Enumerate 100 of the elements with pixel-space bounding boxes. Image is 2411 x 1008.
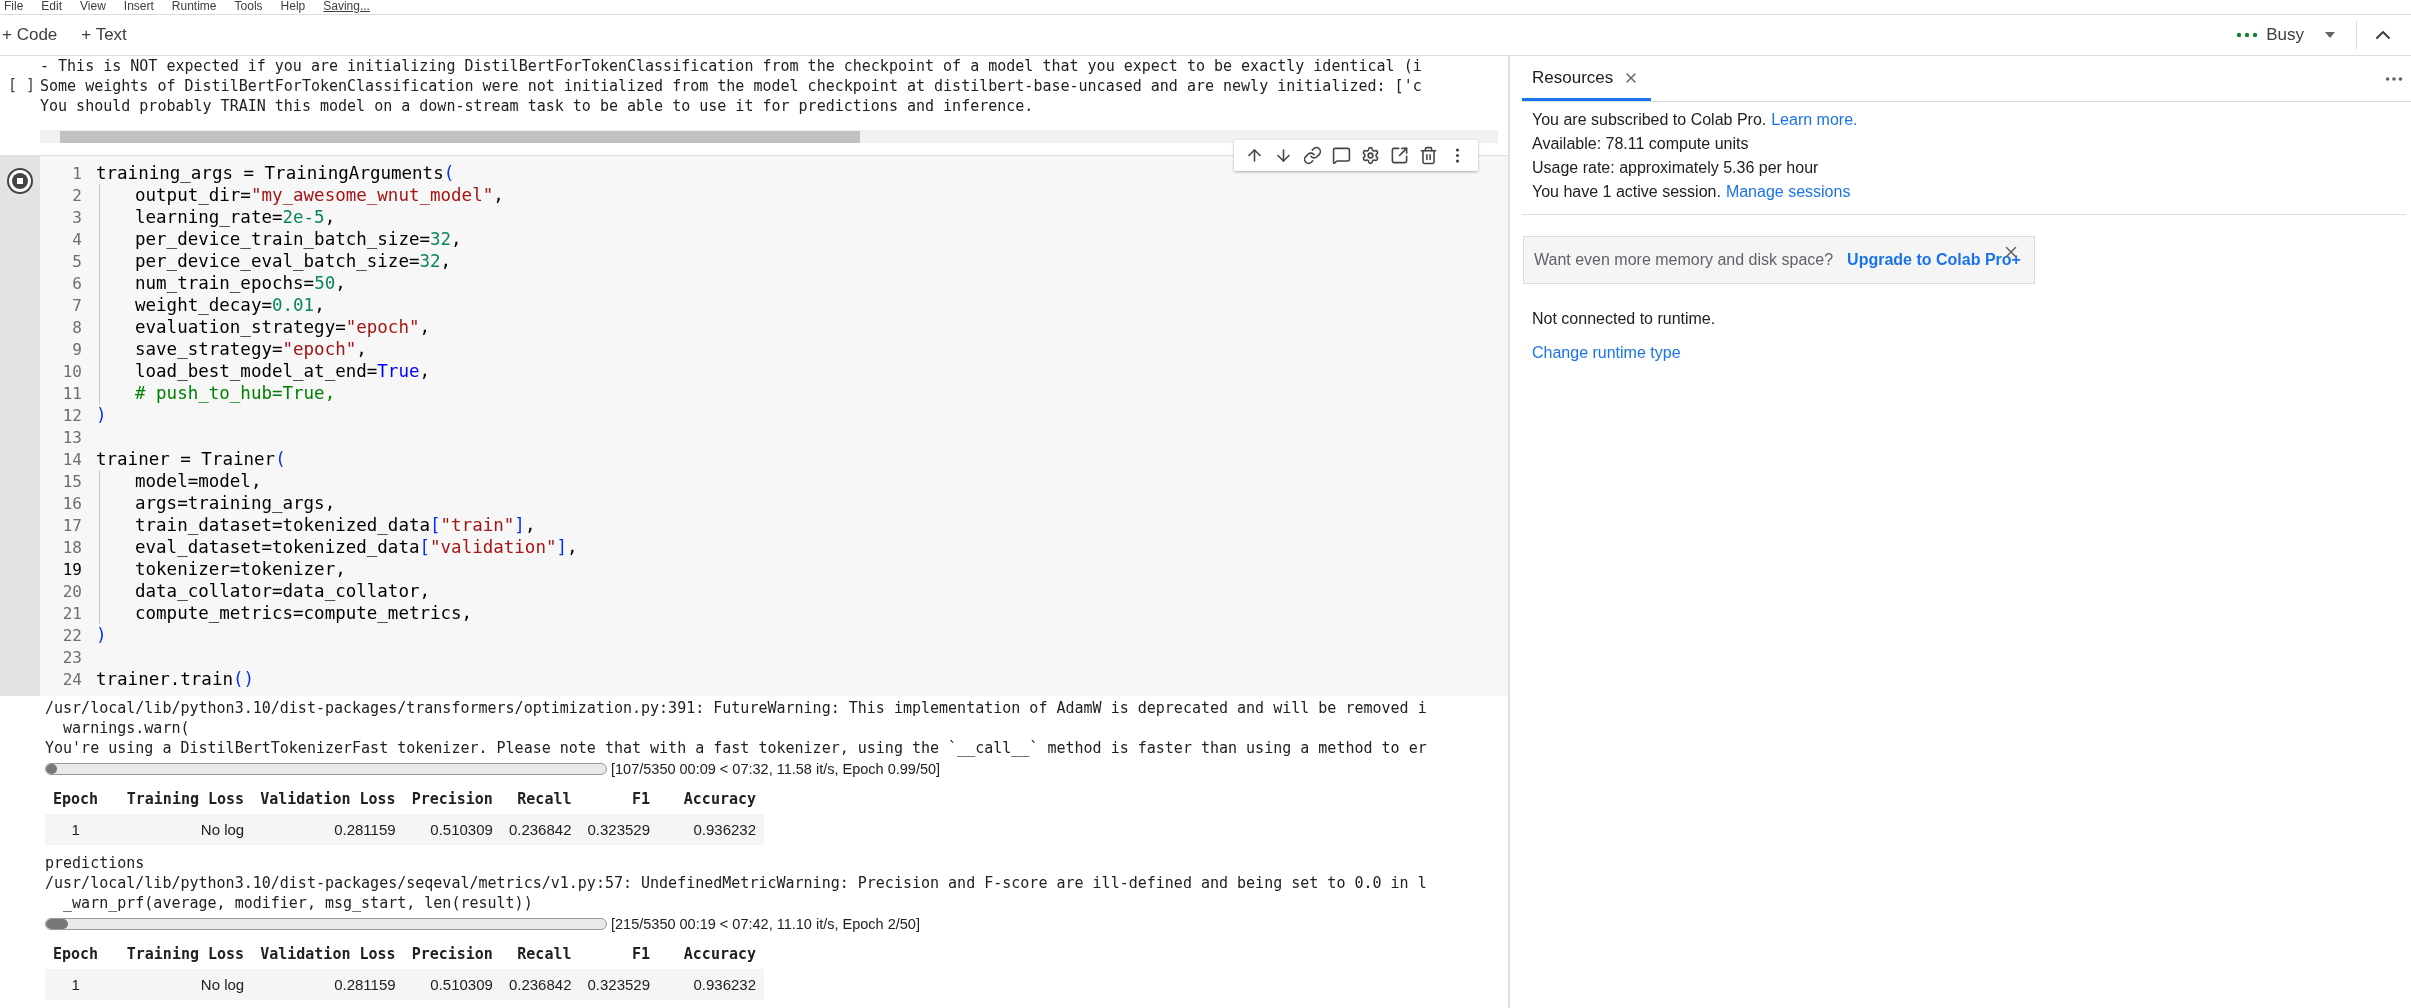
column-header: Training Loss bbox=[106, 784, 253, 814]
line-number: 16 bbox=[61, 493, 82, 513]
column-header: F1 bbox=[579, 939, 659, 969]
column-header: Recall bbox=[500, 784, 580, 814]
menu-item[interactable]: Edit bbox=[41, 0, 63, 14]
table-cell: 0.236842 bbox=[500, 814, 580, 845]
output-text: - This is NOT expected if you are initializing DistilBertForTokenClassification from the checkpoint of a model that you expect to be exactly identical (i bbox=[40, 56, 1422, 76]
code-line: model=model, bbox=[135, 471, 262, 491]
output-text: Some weights of DistilBertForTokenClassification were not initialized from the model checkpoint at distilbert-base-uncased and are newly initialized: ['c bbox=[40, 76, 1422, 96]
line-number: 19 bbox=[61, 559, 82, 579]
code-line: compute_metrics=compute_metrics, bbox=[135, 603, 473, 623]
line-number: 13 bbox=[61, 427, 82, 447]
output-text: _warn_prf(average, modifier, msg_start, len(result)) bbox=[62, 893, 534, 913]
code-line: save_strategy="epoch", bbox=[135, 339, 367, 359]
line-number: 12 bbox=[61, 405, 82, 425]
table-cell: 1 bbox=[45, 969, 107, 1000]
output-text: You should probably TRAIN this model on a down-stream task to be able to use it for predictions and inference. bbox=[40, 96, 1035, 116]
progress-label: [107/5350 00:09 < 07:32, 11.58 it/s, Epoch 0.99/50] bbox=[611, 761, 941, 777]
menu-item[interactable]: Tools bbox=[234, 0, 263, 14]
column-header: Recall bbox=[500, 939, 580, 969]
column-header: F1 bbox=[579, 784, 659, 814]
line-number: 21 bbox=[61, 603, 82, 623]
cell-marker: [ ] bbox=[7, 75, 37, 96]
line-number: 18 bbox=[61, 537, 82, 557]
menu-item[interactable]: Runtime bbox=[171, 0, 217, 14]
output-text: /usr/local/lib/python3.10/dist-packages/seqeval/metrics/v1.py:57: UndefinedMetricWarning: Precision and F-score are ill-defined and being set to 0.0 in l bbox=[45, 873, 1428, 893]
link[interactable]: Learn more. bbox=[1771, 108, 1858, 132]
info-text: You have 1 active session. bbox=[1532, 182, 1721, 202]
add-cell-button[interactable]: + Code bbox=[0, 21, 68, 49]
menu-item[interactable]: Insert bbox=[123, 0, 154, 14]
code-line: eval_dataset=tokenized_data["validation"], bbox=[135, 537, 578, 557]
line-number: 22 bbox=[61, 625, 82, 645]
resources-tab[interactable]: Resources bbox=[1522, 56, 1652, 101]
code-line: load_best_model_at_end=True, bbox=[135, 361, 431, 381]
line-number: 14 bbox=[61, 449, 82, 469]
line-number: 6 bbox=[71, 273, 82, 293]
line-number: 20 bbox=[61, 581, 82, 601]
table-cell: 0.323529 bbox=[579, 814, 659, 845]
table-cell: 0.281159 bbox=[252, 969, 404, 1000]
line-number: 8 bbox=[71, 317, 82, 337]
menu-item[interactable]: Help bbox=[280, 0, 306, 14]
column-header: Accuracy bbox=[658, 939, 765, 969]
code-line: output_dir="my_awesome_wnut_model", bbox=[135, 185, 504, 205]
code-line: tokenizer=tokenizer, bbox=[135, 559, 346, 579]
link[interactable]: Manage sessions bbox=[1725, 180, 1851, 204]
table-cell: 0.323529 bbox=[579, 969, 659, 1000]
add-cell-button[interactable]: + Text bbox=[79, 21, 137, 49]
code-line: per_device_train_batch_size=32, bbox=[135, 229, 462, 249]
banner-text: Want even more memory and disk space? bbox=[1534, 251, 1834, 269]
line-number: 2 bbox=[71, 185, 82, 205]
column-header: Training Loss bbox=[106, 939, 253, 969]
progress-label: [215/5350 00:19 < 07:42, 11.10 it/s, Epoch 2/50] bbox=[611, 916, 920, 932]
column-header: Epoch bbox=[45, 939, 107, 969]
line-number: 3 bbox=[71, 207, 82, 227]
info-text: Available: 78.11 compute units bbox=[1532, 134, 1749, 154]
table-cell: 1 bbox=[45, 814, 107, 845]
table-cell: No log bbox=[106, 969, 253, 1000]
code-line: trainer = Trainer( bbox=[96, 449, 286, 469]
info-text: You are subscribed to Colab Pro. bbox=[1532, 110, 1767, 130]
code-line: learning_rate=2e-5, bbox=[135, 207, 336, 227]
code-line: ) bbox=[96, 625, 107, 645]
code-line: evaluation_strategy="epoch", bbox=[135, 317, 431, 337]
menu-item[interactable]: View bbox=[80, 0, 106, 14]
table-cell: 0.236842 bbox=[500, 969, 580, 1000]
column-header: Precision bbox=[403, 784, 501, 814]
runtime-status: Not connected to runtime. bbox=[1532, 310, 1717, 328]
line-number: 5 bbox=[71, 251, 82, 271]
line-number: 11 bbox=[61, 383, 82, 403]
output-text: warnings.warn( bbox=[62, 718, 191, 738]
code-line: data_collator=data_collator, bbox=[135, 581, 430, 601]
output-text: You're using a DistilBertTokenizerFast tokenizer. Please note that with a fast tokenizer, using the `__call__` method is faster than using a method to er bbox=[45, 738, 1428, 758]
line-number: 9 bbox=[71, 339, 82, 359]
code-line: per_device_eval_batch_size=32, bbox=[135, 251, 452, 271]
table-cell: No log bbox=[106, 814, 253, 845]
table-cell: 0.936232 bbox=[658, 814, 765, 845]
table-cell: 0.936232 bbox=[658, 969, 765, 1000]
column-header: Accuracy bbox=[658, 784, 765, 814]
column-header: Validation Loss bbox=[252, 784, 404, 814]
line-number: 1 bbox=[71, 163, 82, 183]
code-line: num_train_epochs=50, bbox=[135, 273, 346, 293]
upgrade-link[interactable]: Upgrade to Colab Pro+ bbox=[1847, 251, 2021, 269]
table-cell: 0.510309 bbox=[403, 814, 501, 845]
code-line: train_dataset=tokenized_data["train"], bbox=[135, 515, 536, 535]
line-number: 15 bbox=[61, 471, 82, 491]
info-text: Usage rate: approximately 5.36 per hour bbox=[1532, 158, 1819, 178]
change-runtime-link[interactable]: Change runtime type bbox=[1532, 344, 1681, 362]
column-header: Precision bbox=[403, 939, 501, 969]
code-line: trainer.train() bbox=[96, 669, 255, 689]
line-number: 4 bbox=[71, 229, 82, 249]
line-number: 24 bbox=[61, 669, 82, 689]
runtime-status-button[interactable]: Busy bbox=[2226, 21, 2346, 49]
column-header: Epoch bbox=[45, 784, 107, 814]
table-cell: 0.281159 bbox=[252, 814, 404, 845]
code-line: args=training_args, bbox=[135, 493, 336, 513]
column-header: Validation Loss bbox=[252, 939, 404, 969]
code-line: ) bbox=[96, 405, 107, 425]
line-number: 10 bbox=[61, 361, 82, 381]
menu-item[interactable]: File bbox=[4, 0, 24, 14]
code-line: # push_to_hub=True, bbox=[135, 383, 336, 403]
menu-item[interactable]: Saving... bbox=[323, 0, 370, 14]
